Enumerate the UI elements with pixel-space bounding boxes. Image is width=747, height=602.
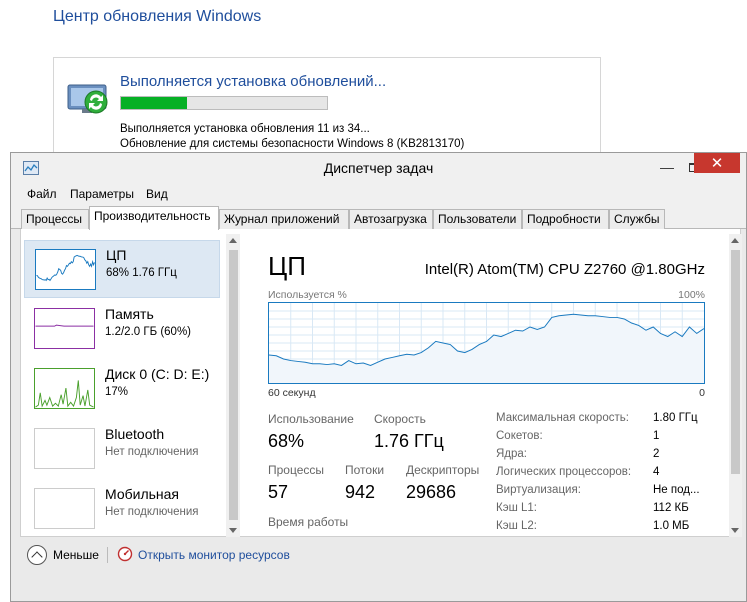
detail-key: Ядра: <box>496 448 528 460</box>
usage-value: 68% <box>268 431 305 451</box>
graph-label-utilization: Используется % <box>268 289 347 301</box>
footer-separator <box>107 547 108 563</box>
resource-disk[interactable]: Диск 0 (C: D: E:) 17% <box>24 360 220 418</box>
close-icon: ✕ <box>710 155 724 172</box>
task-manager-window: Диспетчер задач — ✕ Файл Параметры Вид П… <box>10 152 747 602</box>
resource-name: Мобильная <box>105 486 180 502</box>
menu-view[interactable]: Вид <box>146 187 168 201</box>
speed-value: 1.76 ГГц <box>374 431 444 451</box>
footer-bar: Меньше Открыть монитор ресурсов <box>11 537 746 573</box>
graph-label-max: 100% <box>678 289 705 301</box>
detail-key: Сокетов: <box>496 430 543 442</box>
detail-key: Кэш L2: <box>496 520 537 532</box>
bluetooth-thumbnail <box>34 428 95 469</box>
detail-value: Не под... <box>653 484 700 496</box>
scrollbar-thumb[interactable] <box>229 250 238 520</box>
scrollbar-thumb[interactable] <box>731 250 740 474</box>
detail-value: 4 <box>653 466 660 478</box>
detail-key: Максимальная скорость: <box>496 412 629 424</box>
detail-value: 2 <box>653 448 660 460</box>
menu-bar: Файл Параметры Вид <box>11 183 746 205</box>
detail-scrollbar[interactable] <box>729 234 742 537</box>
detail-value: 1 <box>653 430 660 442</box>
menu-options[interactable]: Параметры <box>70 187 134 201</box>
detail-key: Виртуализация: <box>496 484 581 496</box>
update-progress-fill <box>121 97 187 109</box>
cpu-model: Intel(R) Atom(TM) CPU Z2760 @1.80GHz <box>424 261 705 278</box>
scroll-down-arrow[interactable] <box>229 528 237 533</box>
handles-value: 29686 <box>406 482 457 502</box>
usage-label: Использование <box>268 412 354 426</box>
memory-thumbnail <box>34 308 95 349</box>
update-center-title: Центр обновления Windows <box>53 8 262 25</box>
update-panel: Выполняется установка обновлений... Выпо… <box>53 57 601 167</box>
close-button[interactable]: ✕ <box>694 153 740 173</box>
detail-key: Логических процессоров: <box>496 466 632 478</box>
graph-label-time: 60 секунд <box>268 387 316 399</box>
detail-value: 1.0 МБ <box>653 520 690 532</box>
tab-details[interactable]: Подробности <box>522 209 609 229</box>
update-status-line: Выполняется установка обновления 11 из 3… <box>120 123 370 135</box>
resource-list-scrollbar[interactable] <box>226 234 240 537</box>
tab-app-history[interactable]: Журнал приложений <box>219 209 349 229</box>
detail-value: 1.80 ГГц <box>653 412 698 424</box>
scroll-up-arrow[interactable] <box>731 238 739 243</box>
speed-label: Скорость <box>374 412 426 426</box>
fewer-details-label[interactable]: Меньше <box>53 548 99 562</box>
resource-cpu[interactable]: ЦП 68% 1.76 ГГц <box>24 240 220 298</box>
cpu-detail-pane: ЦП Intel(R) Atom(TM) CPU Z2760 @1.80GHz … <box>251 229 727 537</box>
title-bar[interactable]: Диспетчер задач — ✕ <box>11 153 746 183</box>
tab-performance[interactable]: Производительность <box>89 206 219 230</box>
processes-value: 57 <box>268 482 289 502</box>
tab-services[interactable]: Службы <box>609 209 665 229</box>
mobile-thumbnail <box>34 488 95 529</box>
resource-bluetooth[interactable]: Bluetooth Нет подключения <box>24 420 220 478</box>
cpu-heading: ЦП <box>268 251 306 281</box>
minimize-button[interactable]: — <box>654 157 680 177</box>
uptime-label: Время работы <box>268 515 349 529</box>
update-heading: Выполняется установка обновлений... <box>120 73 387 90</box>
detail-value: 112 КБ <box>653 502 689 514</box>
menu-file[interactable]: Файл <box>27 187 57 201</box>
resource-name: ЦП <box>106 247 127 263</box>
resource-list: ЦП 68% 1.76 ГГц Память 1.2/2.0 ГБ (60%) … <box>21 237 225 537</box>
scroll-down-arrow[interactable] <box>731 528 739 533</box>
resource-value: 68% 1.76 ГГц <box>106 267 177 279</box>
resource-value: 1.2/2.0 ГБ (60%) <box>105 326 192 338</box>
window-title: Диспетчер задач <box>323 160 434 176</box>
tab-bar: Процессы Производительность Журнал прило… <box>11 205 746 230</box>
scroll-up-arrow[interactable] <box>229 238 237 243</box>
processes-label: Процессы <box>268 463 325 477</box>
tab-processes[interactable]: Процессы <box>21 209 89 229</box>
fewer-details-button[interactable] <box>27 545 47 565</box>
disk-thumbnail <box>34 368 95 409</box>
performance-content: ЦП 68% 1.76 ГГц Память 1.2/2.0 ГБ (60%) … <box>20 229 742 537</box>
resource-value: Нет подключения <box>105 446 199 458</box>
tab-users[interactable]: Пользователи <box>433 209 522 229</box>
resource-memory[interactable]: Память 1.2/2.0 ГБ (60%) <box>24 300 220 358</box>
resource-name: Память <box>105 306 154 322</box>
update-monitor-icon <box>67 84 108 114</box>
detail-key: Кэш L1: <box>496 502 537 514</box>
threads-label: Потоки <box>345 463 385 477</box>
resource-value: Нет подключения <box>105 506 199 518</box>
cpu-thumbnail <box>35 249 96 290</box>
threads-value: 942 <box>345 482 376 502</box>
update-name-line: Обновление для системы безопасности Wind… <box>120 138 465 150</box>
resource-value: 17% <box>105 386 129 398</box>
tab-startup[interactable]: Автозагрузка <box>349 209 433 229</box>
resource-name: Bluetooth <box>105 426 165 442</box>
minimize-icon: — <box>660 159 674 175</box>
resource-name: Диск 0 (C: D: E:) <box>105 366 210 382</box>
update-progress-bar <box>120 96 328 110</box>
cpu-usage-graph <box>268 302 705 384</box>
resource-monitor-icon <box>117 546 133 562</box>
open-resource-monitor-link[interactable]: Открыть монитор ресурсов <box>138 548 290 562</box>
handles-label: Дескрипторы <box>406 463 480 477</box>
graph-label-zero: 0 <box>699 387 705 399</box>
resource-mobile[interactable]: Мобильная Нет подключения <box>24 480 220 537</box>
